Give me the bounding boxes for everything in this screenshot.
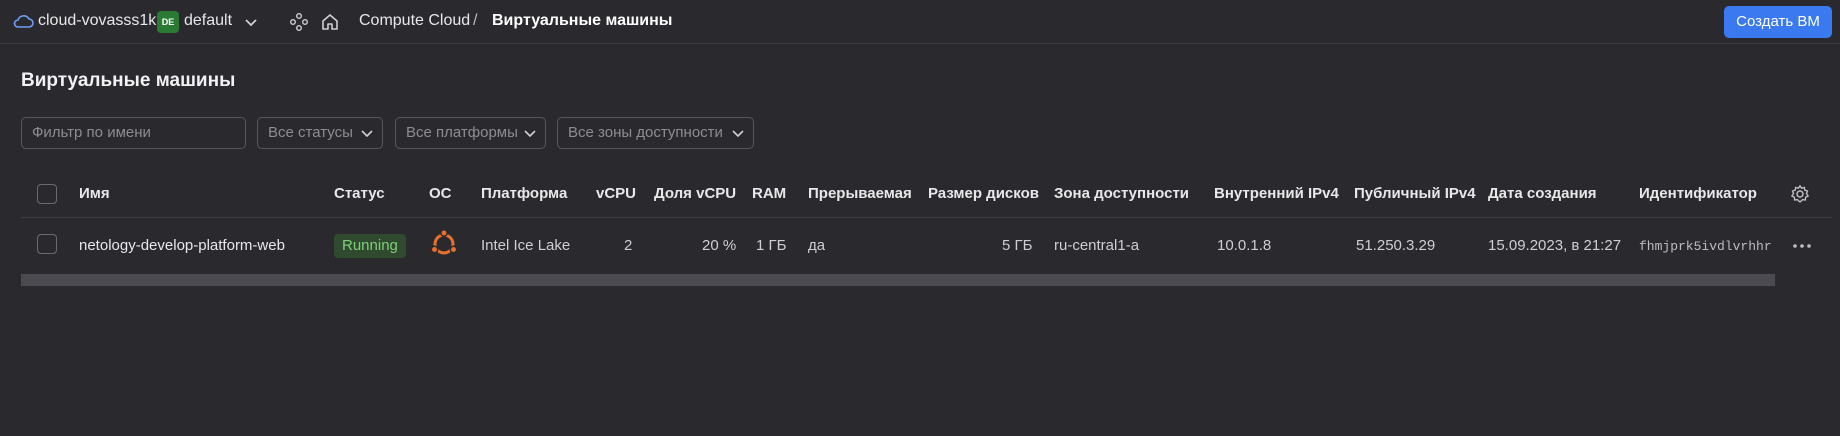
col-header-ram[interactable]: RAM	[752, 185, 786, 202]
breadcrumb-current: Виртуальные машины	[492, 12, 673, 29]
col-header-vcpu[interactable]: vCPU	[596, 185, 636, 202]
chevron-down-icon	[732, 130, 744, 138]
cloud-name[interactable]: cloud-vovasss1k	[38, 12, 156, 30]
page-title: Виртуальные машины	[21, 70, 236, 91]
platform-filter-select[interactable]: Все платформы	[395, 117, 546, 149]
col-header-platform[interactable]: Платформа	[481, 185, 567, 202]
col-header-id[interactable]: Идентификатор	[1639, 185, 1757, 202]
gear-icon[interactable]	[1790, 184, 1810, 204]
table-header-divider	[21, 217, 1832, 218]
created-cell: 15.09.2023, в 21:27	[1488, 237, 1622, 254]
services-icon[interactable]	[289, 12, 309, 32]
public-ip-cell: 51.250.3.29	[1356, 237, 1436, 254]
vcpu-cell: 2	[624, 237, 633, 254]
breadcrumb-separator: /	[473, 12, 478, 29]
breadcrumb-service[interactable]: Compute Cloud	[359, 12, 470, 30]
top-bar: cloud-vovasss1k DE default Compute Cloud…	[0, 0, 1840, 44]
home-icon[interactable]	[320, 12, 340, 32]
vm-name-link[interactable]: netology-develop-platform-web	[79, 237, 285, 254]
folder-badge: DE	[157, 11, 179, 33]
status-badge: Running	[334, 234, 406, 258]
select-all-checkbox[interactable]	[37, 184, 57, 204]
row-checkbox[interactable]	[37, 234, 57, 254]
horizontal-scrollbar[interactable]	[21, 274, 1775, 286]
zone-filter-select[interactable]: Все зоны доступности	[557, 117, 754, 149]
zone-cell: ru-central1-a	[1054, 237, 1140, 254]
status-filter-label: Все статусы	[268, 124, 353, 141]
more-options-icon[interactable]	[1791, 236, 1813, 256]
ram-cell: 1 ГБ	[756, 237, 787, 254]
internal-ip-cell: 10.0.1.8	[1217, 237, 1272, 254]
col-header-disk-size[interactable]: Размер дисков	[928, 185, 1039, 202]
col-header-preemptible[interactable]: Прерываемая	[808, 185, 912, 202]
ubuntu-icon	[430, 229, 458, 255]
col-header-public-ip[interactable]: Публичный IPv4	[1354, 185, 1476, 202]
name-filter-input[interactable]: Фильтр по имени	[21, 117, 246, 149]
status-filter-select[interactable]: Все статусы	[257, 117, 383, 149]
vm-id-cell[interactable]: fhmjprk5ivdlvrhhr	[1639, 239, 1772, 254]
col-header-zone[interactable]: Зона доступности	[1054, 185, 1189, 202]
folder-name[interactable]: default	[184, 12, 232, 30]
col-header-internal-ip[interactable]: Внутренний IPv4	[1214, 185, 1339, 202]
col-header-created[interactable]: Дата создания	[1488, 185, 1597, 202]
platform-cell: Intel Ice Lake	[481, 237, 571, 254]
col-header-name[interactable]: Имя	[79, 185, 110, 202]
col-header-vcpu-share[interactable]: Доля vCPU	[654, 185, 736, 202]
cloud-icon	[13, 15, 34, 28]
col-header-os[interactable]: ОС	[429, 185, 452, 202]
zone-filter-label: Все зоны доступности	[568, 124, 723, 141]
disk-size-cell: 5 ГБ	[1002, 237, 1033, 254]
chevron-down-icon[interactable]	[243, 14, 259, 30]
platform-filter-label: Все платформы	[406, 124, 518, 141]
preemptible-cell: да	[808, 237, 826, 254]
create-vm-button[interactable]: Создать ВМ	[1724, 6, 1832, 38]
chevron-down-icon	[524, 130, 536, 138]
chevron-down-icon	[361, 130, 373, 138]
vcpu-share-cell: 20 %	[702, 237, 737, 254]
col-header-status[interactable]: Статус	[334, 185, 385, 202]
